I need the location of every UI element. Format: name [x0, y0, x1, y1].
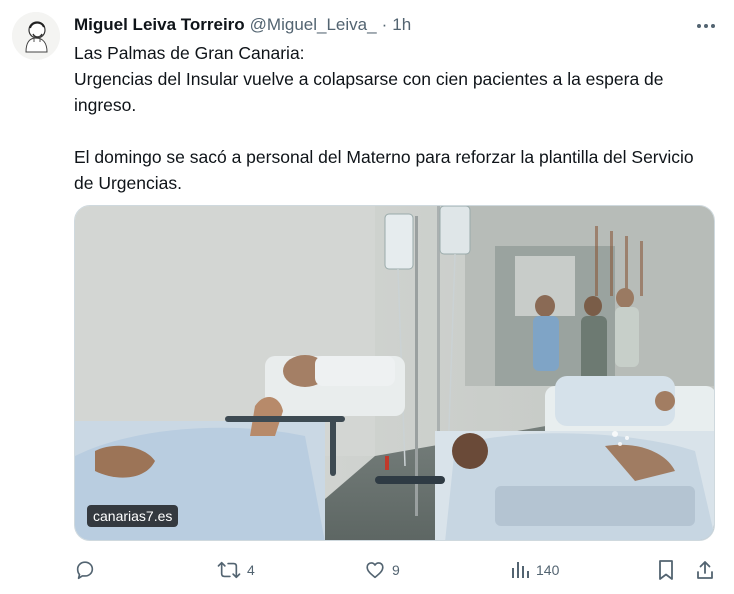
tweet-actions-bar: 4 9 140	[74, 556, 720, 584]
bookmark-button[interactable]	[656, 556, 676, 584]
reply-icon	[76, 561, 94, 580]
like-button[interactable]: 9	[364, 556, 400, 584]
heart-icon	[366, 562, 384, 579]
reply-button[interactable]	[74, 556, 96, 584]
avatar-illustration	[12, 12, 60, 60]
tweet-text: Las Palmas de Gran Canaria: Urgencias de…	[74, 40, 714, 196]
bookmark-icon	[659, 560, 673, 580]
retweet-icon	[217, 561, 241, 579]
author-name[interactable]: Miguel Leiva Torreiro	[74, 15, 245, 35]
tweet-header: Miguel Leiva Torreiro @Miguel_Leiva_ · 1…	[74, 14, 411, 36]
media-watermark: canarias7.es	[87, 505, 179, 527]
tweet-media-photo[interactable]: canarias7.es	[74, 205, 715, 541]
like-count: 9	[392, 562, 400, 578]
share-icon	[697, 561, 713, 579]
share-button[interactable]	[694, 556, 716, 584]
tweet-text-line: Las Palmas de Gran Canaria:	[74, 43, 305, 63]
avatar[interactable]	[12, 12, 60, 60]
author-handle[interactable]: @Miguel_Leiva_	[250, 15, 377, 35]
tweet-text-line: El domingo se sacó a personal del Matern…	[74, 147, 694, 193]
views-count: 140	[536, 562, 560, 578]
more-options-button[interactable]	[692, 14, 720, 38]
tweet-time[interactable]: 1h	[392, 15, 411, 35]
hospital-corridor-photo	[75, 206, 714, 540]
more-icon	[697, 24, 715, 28]
retweet-count: 4	[247, 562, 255, 578]
views-button[interactable]: 140	[510, 556, 559, 584]
separator-dot: ·	[381, 15, 388, 34]
retweet-button[interactable]: 4	[217, 556, 255, 584]
tweet-text-line: Urgencias del Insular vuelve a colapsars…	[74, 69, 664, 115]
views-icon	[512, 562, 529, 578]
